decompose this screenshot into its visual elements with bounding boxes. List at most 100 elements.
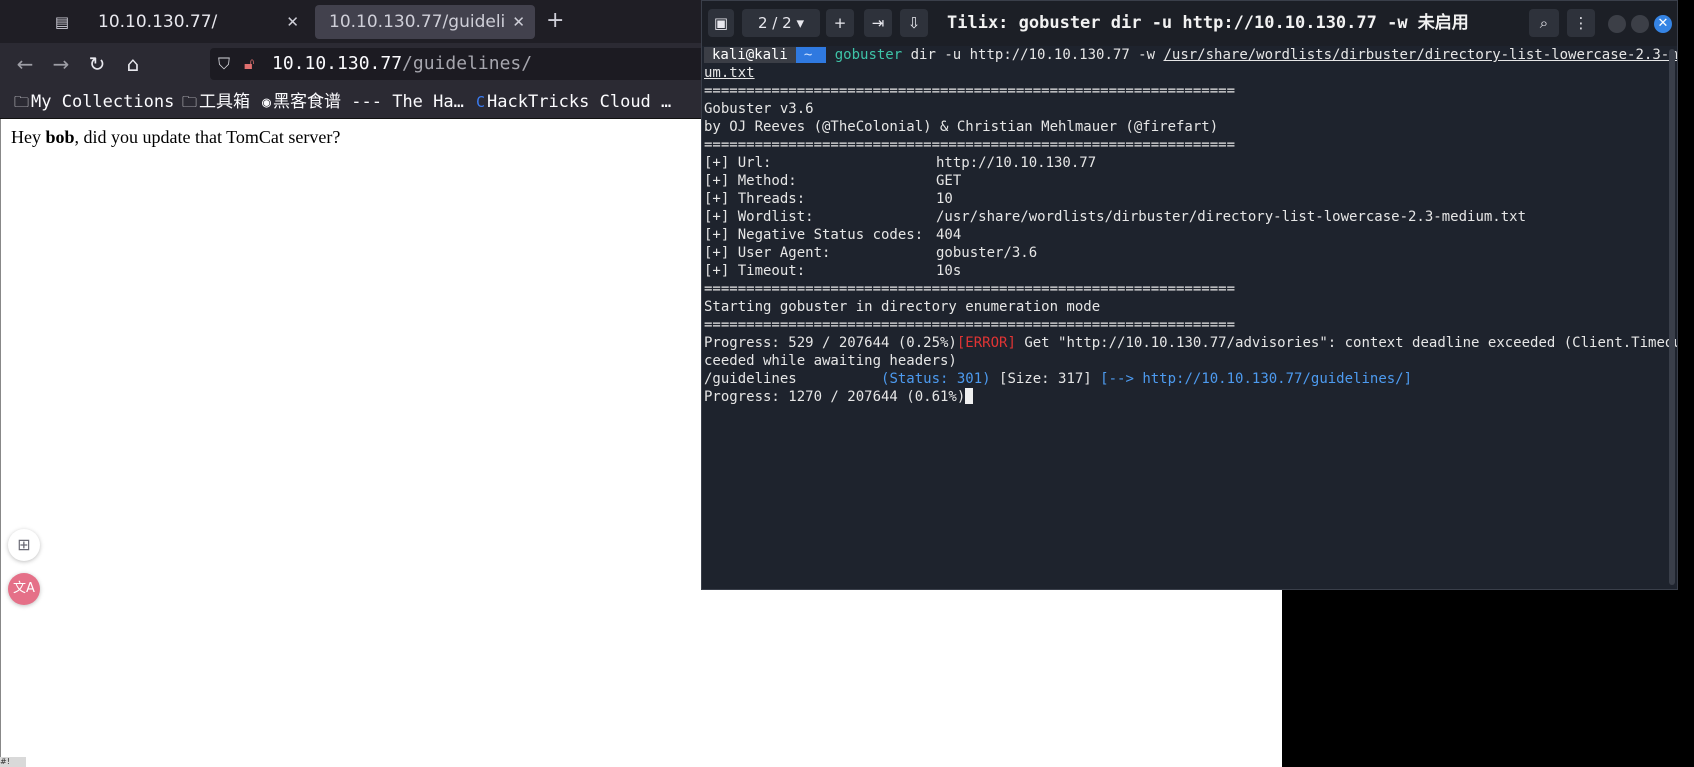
prompt-user: kali@kali [704, 47, 796, 63]
progress-text: Progress: 529 / 207644 (0.25%) [704, 335, 957, 351]
home-icon[interactable]: ⌂ [120, 51, 146, 77]
split-down-icon[interactable]: ⇩ [900, 9, 928, 37]
reload-icon[interactable]: ↻ [84, 51, 110, 77]
result-path: /guidelines [704, 371, 882, 387]
config-line: [+] Wordlist: /usr/share/wordlists/dirbus… [704, 208, 1664, 226]
bookmark-label: 黑客食谱 --- The Ha… [273, 92, 464, 112]
error-line-cont: ceeded while awaiting headers) [704, 353, 957, 369]
config-value: 10 [936, 191, 953, 207]
tab-2[interactable]: 10.10.130.77/guideli ✕ [315, 5, 535, 39]
hacker-recipes-icon: ◉ [262, 93, 272, 111]
add-terminal-icon[interactable]: + [826, 9, 854, 37]
message-text: , did you update that TomCat server? [74, 127, 341, 147]
wordlist-path: /usr/share/wordlists/dirbuster/directory… [1163, 47, 1678, 63]
error-message: Get "http://10.10.130.77/advisories": co… [1015, 335, 1678, 351]
shield-icon[interactable]: ⛉ [218, 52, 230, 76]
bookmark-hacktricks-cloud[interactable]: C HackTricks Cloud … [476, 90, 671, 114]
message-bold-name: bob [45, 127, 75, 147]
separator: ========================================… [704, 83, 1236, 99]
config-key: [+] Wordlist: [704, 209, 814, 225]
progress-text: Progress: 1270 / 207644 (0.61%) [704, 389, 966, 405]
terminal-window: ▣ 2 / 2 ▾ + ⇥ ⇩ Tilix: gobuster dir -u h… [701, 0, 1678, 590]
result-line: /guidelines (Status: 301) [Size: 317] [-… [704, 370, 1412, 388]
chevron-down-icon: ▾ [796, 14, 804, 32]
config-line: [+] Method: GET [704, 172, 1664, 190]
config-value: GET [936, 173, 962, 189]
config-value: 10s [936, 263, 962, 279]
config-value: gobuster/3.6 [936, 245, 1038, 261]
config-line: [+] Negative Status codes: 404 [704, 226, 1664, 244]
menu-icon[interactable]: ⋮ [1567, 9, 1595, 37]
version-line: Gobuster v3.6 [704, 101, 814, 117]
page-message: Hey bob, did you update that TomCat serv… [11, 127, 340, 148]
back-arrow-icon[interactable]: ← [12, 51, 38, 77]
tab-1-label: 10.10.130.77/ [98, 12, 218, 32]
wordlist-path-cont: um.txt [704, 65, 755, 81]
translate-icon[interactable]: 文A [8, 573, 40, 605]
bookmark-hacker-recipes[interactable]: ◉ 黑客食谱 --- The Ha… [262, 90, 464, 114]
separator: ========================================… [704, 317, 1236, 333]
close-tab-icon[interactable]: ✕ [512, 5, 525, 39]
config-line: [+] User Agent: gobuster/3.6 [704, 244, 1664, 262]
tab-1[interactable]: 10.10.130.77/ ✕ [84, 5, 309, 39]
result-size: [Size: 317] [990, 371, 1101, 387]
config-line: [+] Threads: 10 [704, 190, 1664, 208]
forward-arrow-icon[interactable]: → [48, 51, 74, 77]
terminal-output[interactable]: kali@kali ~ gobuster dir -u http://10.10.… [704, 46, 1677, 586]
new-tab-icon[interactable]: + [546, 8, 564, 34]
insecure-lock-icon[interactable]: 🔓︎ [244, 52, 254, 76]
split-right-icon[interactable]: ⇥ [864, 9, 892, 37]
bookmark-toolbox[interactable]: 🗀︎ 工具箱 [182, 90, 250, 114]
list-all-tabs-icon[interactable]: ▤ [50, 10, 74, 34]
config-key: [+] Threads: [704, 191, 806, 207]
config-key: [+] Negative Status codes: [704, 227, 924, 243]
command-args: dir -u http://10.10.130.77 -w [902, 47, 1164, 63]
config-key: [+] Url: [704, 155, 772, 171]
maximize-button[interactable] [1631, 15, 1649, 33]
command-name: gobuster [834, 47, 903, 63]
config-key: [+] Timeout: [704, 263, 806, 279]
status-strip: #! [0, 757, 26, 767]
config-line: [+] Url: http://10.10.130.77 [704, 154, 1664, 172]
bookmark-label: My Collections [31, 92, 175, 112]
config-key: [+] User Agent: [704, 245, 831, 261]
authors-line: by OJ Reeves (@TheColonial) & Christian … [704, 119, 1219, 135]
error-tag: [ERROR] [956, 335, 1016, 351]
url-host: 10.10.130.77 [272, 53, 403, 74]
config-value: 404 [936, 227, 962, 243]
search-icon[interactable]: ⌕ [1529, 9, 1559, 37]
bookmark-my-collections[interactable]: 🗀︎ My Collections [14, 90, 174, 114]
message-text: Hey [11, 127, 46, 147]
terminal-app-icon[interactable]: ▣ [708, 9, 734, 37]
terminal-title: Tilix: gobuster dir -u http://10.10.130.… [947, 13, 1469, 33]
progress-line: Progress: 1270 / 207644 (0.61%) [704, 388, 974, 406]
session-switcher[interactable]: 2 / 2 ▾ [742, 9, 820, 37]
tab-2-label: 10.10.130.77/guideli [329, 12, 506, 32]
close-button[interactable]: ✕ [1654, 15, 1672, 33]
sidebar-apps-icon[interactable]: ⊞ [8, 529, 40, 561]
minimize-button[interactable] [1608, 15, 1626, 33]
separator: ========================================… [704, 137, 1236, 153]
close-tab-icon[interactable]: ✕ [286, 5, 299, 39]
result-status: (Status: 301) [881, 371, 991, 387]
terminal-scrollbar[interactable] [1669, 49, 1675, 585]
session-indicator: 2 / 2 [758, 14, 792, 32]
bookmark-label: 工具箱 [199, 92, 251, 112]
result-redirect: [--> http://10.10.130.77/guidelines/] [1100, 371, 1413, 387]
url-text[interactable]: 10.10.130.77/guidelines/ [272, 51, 532, 77]
terminal-header: ▣ 2 / 2 ▾ + ⇥ ⇩ Tilix: gobuster dir -u h… [702, 1, 1677, 46]
terminal-cursor [965, 388, 974, 404]
error-line: Progress: 529 / 207644 (0.25%)[ERROR] Ge… [704, 334, 1678, 352]
config-line: [+] Timeout: 10s [704, 262, 1664, 280]
config-key: [+] Method: [704, 173, 797, 189]
prompt-line: kali@kali ~ gobuster dir -u http://10.10.… [704, 46, 1678, 64]
folder-icon: 🗀︎ [182, 93, 198, 111]
hacktricks-icon: C [476, 93, 486, 111]
prompt-dir: ~ [795, 47, 827, 63]
bookmark-label: HackTricks Cloud … [487, 92, 672, 112]
url-path: /guidelines/ [402, 53, 533, 74]
separator: ========================================… [704, 281, 1236, 297]
starting-line: Starting gobuster in directory enumerati… [704, 299, 1101, 315]
config-value: http://10.10.130.77 [936, 155, 1097, 171]
folder-icon: 🗀︎ [14, 93, 30, 111]
